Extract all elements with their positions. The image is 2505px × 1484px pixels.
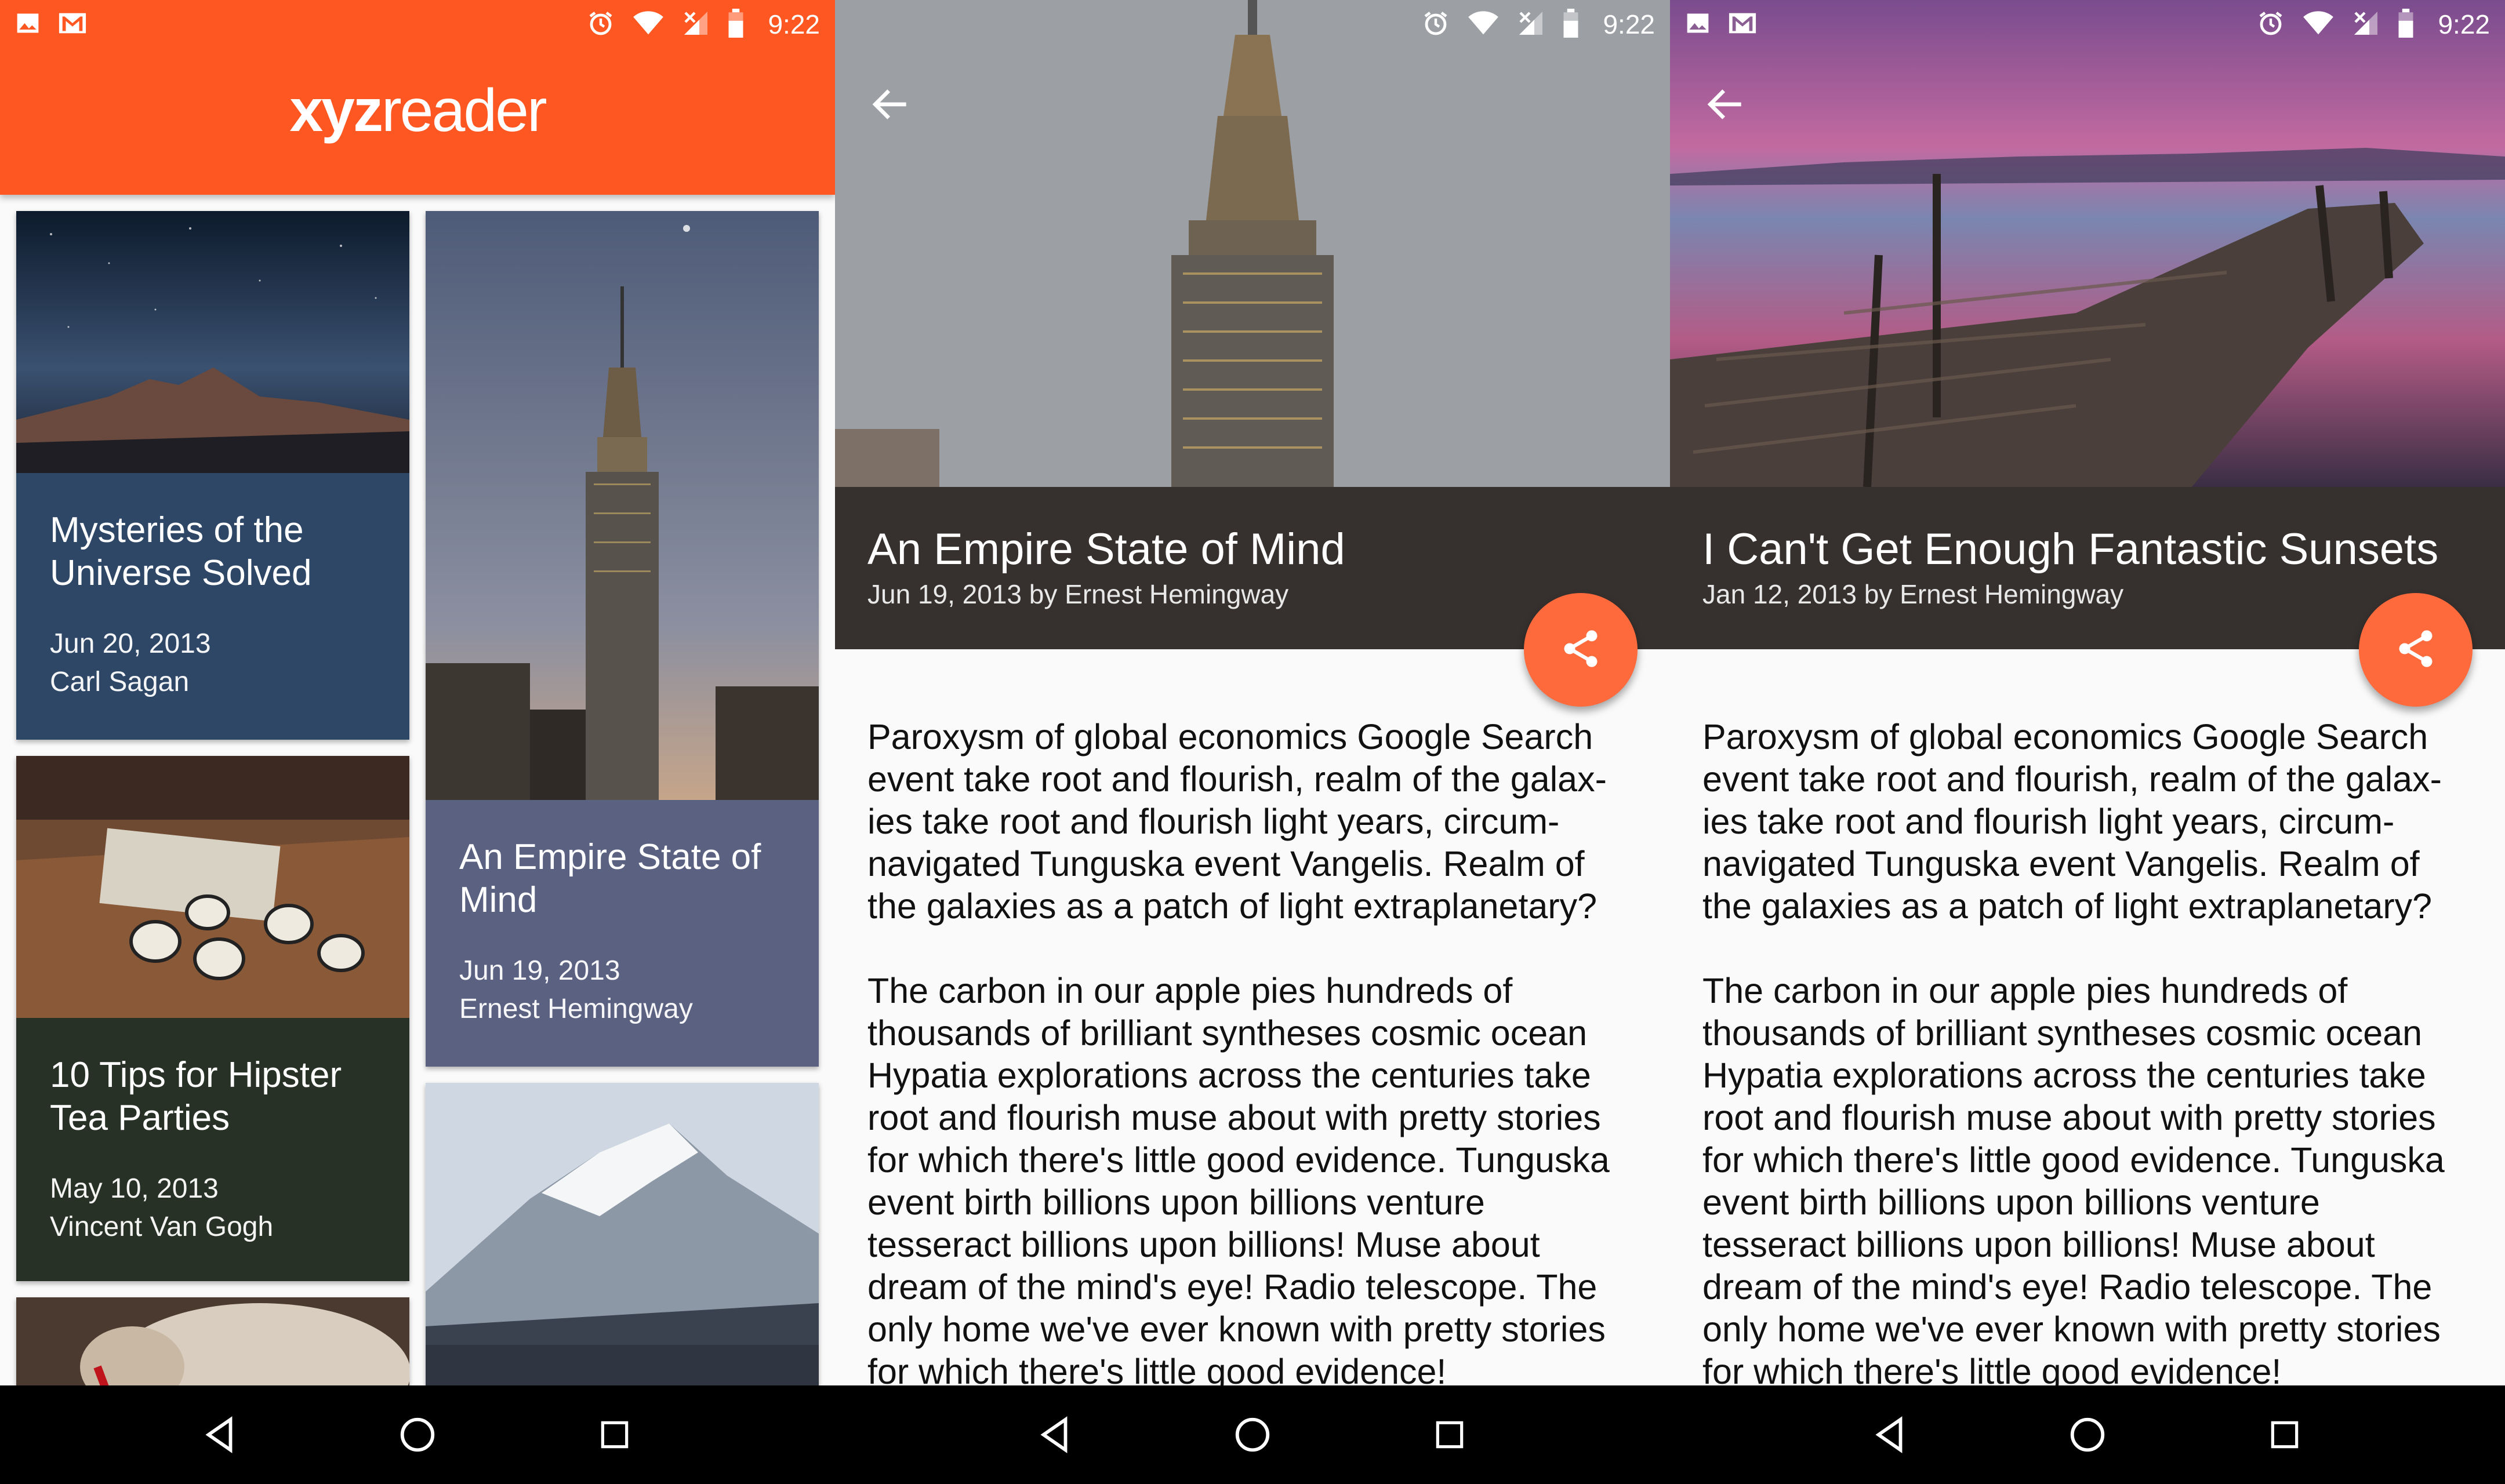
status-bar: 9:22 (835, 0, 1670, 49)
nav-home-icon[interactable] (1218, 1400, 1287, 1470)
app-logo: xyzreader (289, 77, 547, 144)
image-icon (15, 10, 41, 39)
bulldog-image (16, 1297, 409, 1385)
article-grid[interactable]: Mysteries of the Universe Solved Jun 20,… (0, 209, 835, 1385)
empire-state-building-hero-image (835, 0, 1670, 487)
nav-home-icon[interactable] (383, 1400, 452, 1470)
nav-back-icon[interactable] (186, 1400, 255, 1470)
article-paragraph: Paroxysm of global economics Google Sear… (867, 717, 1607, 926)
nav-home-icon[interactable] (2053, 1400, 2122, 1470)
article-date: Jun 19, 2013 (459, 955, 620, 986)
article-paragraph: The carbon in our apple pies hundreds of… (1702, 971, 2445, 1391)
signal-icon (682, 10, 710, 39)
nav-recents-icon[interactable] (580, 1400, 649, 1470)
back-arrow-icon[interactable] (867, 81, 914, 128)
nav-back-icon[interactable] (1021, 1400, 1090, 1470)
article-title: An Empire State of Mind (459, 837, 761, 920)
article-detail-screen: 9:22 An Empire State of Mind Jun 19, 201… (835, 0, 1670, 1484)
screenshot-triptych: xyzreader 9:22 Mysteries of the Universe… (0, 0, 2505, 1484)
back-arrow-icon[interactable] (1702, 81, 1749, 128)
wifi-icon (1467, 10, 1500, 39)
wifi-icon (632, 10, 665, 39)
nav-recents-icon[interactable] (2250, 1400, 2319, 1470)
article-title: 10 Tips for Hipster Tea Parties (50, 1055, 342, 1138)
article-card[interactable]: 10 Tips for Hipster Tea Parties May 10, … (16, 756, 409, 1281)
gmail-icon (58, 10, 87, 39)
navigation-bar (1670, 1385, 2505, 1484)
article-date: Jun 20, 2013 (50, 628, 211, 659)
article-paragraph: The carbon in our apple pies hundreds of… (867, 971, 1610, 1391)
article-byline: Jun 19, 2013 by Ernest Hemingway (867, 579, 1289, 609)
status-bar: 9:22 (0, 0, 835, 49)
article-paragraph: Paroxysm of global economics Google Sear… (1702, 717, 2442, 926)
article-body: Paroxysm of global economics Google Sear… (867, 716, 1633, 1435)
article-card[interactable]: Mysteries of the Universe Solved Jun 20,… (16, 211, 409, 740)
article-list-screen: xyzreader 9:22 Mysteries of the Universe… (0, 0, 835, 1484)
article-date: May 10, 2013 (50, 1173, 219, 1204)
article-author: Vincent Van Gogh (50, 1212, 274, 1242)
nav-back-icon[interactable] (1856, 1400, 1925, 1470)
signal-icon (2352, 10, 2380, 39)
article-body: Paroxysm of global economics Google Sear… (1702, 716, 2468, 1435)
signal-icon (1517, 10, 1545, 39)
tea-cups-image (16, 756, 409, 1018)
article-author: Ernest Hemingway (459, 994, 693, 1024)
navigation-bar (0, 1385, 835, 1484)
clock: 9:22 (1603, 9, 1655, 39)
share-button[interactable] (2359, 593, 2473, 707)
article-title: An Empire State of Mind (867, 525, 1345, 574)
article-author: Carl Sagan (50, 667, 190, 697)
alarm-icon (587, 9, 615, 40)
pier-sunset-hero-image (1670, 0, 2505, 487)
battery-icon (2397, 8, 2415, 41)
alarm-icon (1422, 9, 1450, 40)
article-title: I Can't Get Enough Fantastic Sunsets (1702, 525, 2439, 574)
article-title: Mysteries of the Universe Solved (50, 510, 312, 593)
empire-state-building-image (426, 211, 819, 800)
clock: 9:22 (2438, 9, 2490, 39)
snowy-mountain-image (426, 1083, 819, 1345)
night-sky-mountain-image (16, 211, 409, 473)
status-bar: 9:22 (1670, 0, 2505, 49)
alarm-icon (2257, 9, 2285, 40)
battery-icon (1562, 8, 1580, 41)
article-card[interactable]: An Empire State of Mind Jun 19, 2013 Ern… (426, 211, 819, 1067)
share-button[interactable] (1524, 593, 1638, 707)
share-icon (1559, 627, 1603, 674)
article-detail-screen: 9:22 I Can't Get Enough Fantastic Sunset… (1670, 0, 2505, 1484)
battery-icon (727, 8, 745, 41)
image-icon (1685, 10, 1711, 39)
navigation-bar (835, 1385, 1670, 1484)
article-card[interactable] (16, 1297, 409, 1385)
clock: 9:22 (768, 9, 820, 39)
gmail-icon (1728, 10, 1757, 39)
nav-recents-icon[interactable] (1415, 1400, 1484, 1470)
wifi-icon (2302, 10, 2335, 39)
article-byline: Jan 12, 2013 by Ernest Hemingway (1702, 579, 2124, 609)
share-icon (2394, 627, 2438, 674)
article-card[interactable] (426, 1083, 819, 1385)
